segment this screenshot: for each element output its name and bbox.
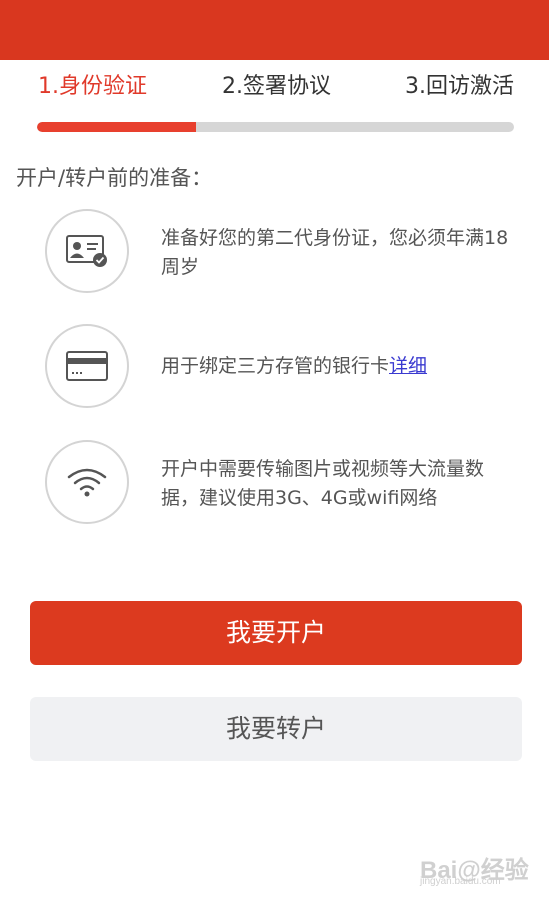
wifi-icon xyxy=(45,440,129,524)
section-title: 开户/转户前的准备： xyxy=(16,166,213,190)
bank-card-text: 用于绑定三方存管的银行卡 xyxy=(161,355,390,377)
step-callback-activation: 3.回访激活 xyxy=(405,74,514,99)
requirement-item-bank-card: 用于绑定三方存管的银行卡详细 xyxy=(0,324,549,408)
baidu-jingyan-watermark: Bai@经验 jingyan.baidu.com xyxy=(420,848,530,890)
requirement-item-network: 开户中需要传输图片或视频等大流量数据，建议使用3G、4G或wifi网络 xyxy=(0,440,549,524)
step-indicator: 1.身份验证 2.签署协议 3.回访激活 xyxy=(0,72,549,102)
open-account-button[interactable]: 我要开户 xyxy=(30,601,522,665)
network-requirement-text: 开户中需要传输图片或视频等大流量数据，建议使用3G、4G或wifi网络 xyxy=(161,458,485,509)
top-app-bar xyxy=(0,0,549,60)
step-sign-agreement: 2.签署协议 xyxy=(222,74,331,99)
bank-card-requirement-text: 用于绑定三方存管的银行卡详细 xyxy=(161,352,511,381)
transfer-account-button[interactable]: 我要转户 xyxy=(30,697,522,761)
progress-bar-fill xyxy=(37,122,196,132)
details-link[interactable]: 详细 xyxy=(389,355,427,377)
id-card-icon xyxy=(45,209,129,293)
step-identity-verification: 1.身份验证 xyxy=(38,74,147,99)
progress-bar xyxy=(37,122,514,132)
id-card-requirement-text: 准备好您的第二代身份证，您必须年满18周岁 xyxy=(161,227,509,278)
watermark-url: jingyan.baidu.com xyxy=(420,876,501,887)
requirement-item-id-card: 准备好您的第二代身份证，您必须年满18周岁 xyxy=(0,209,549,293)
bank-card-icon xyxy=(45,324,129,408)
